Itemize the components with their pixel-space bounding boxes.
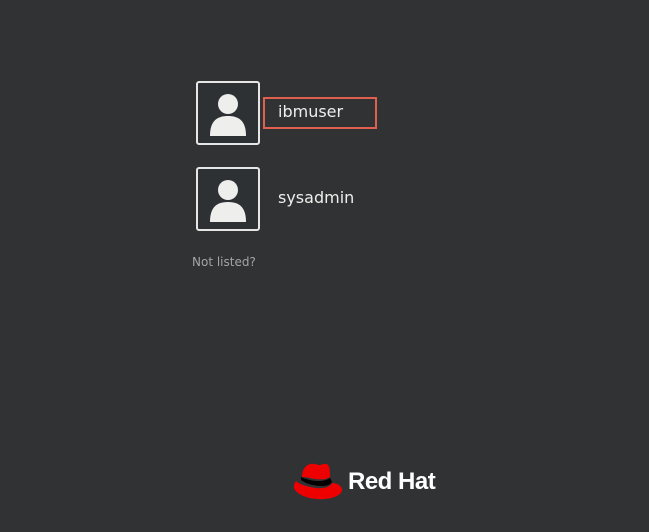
user-list-item-ibmuser[interactable]: ibmuser (196, 81, 496, 145)
brand-name: Red Hat (348, 468, 436, 495)
user-name-label: ibmuser (278, 102, 344, 121)
user-avatar-icon (196, 167, 260, 231)
user-avatar-icon (196, 81, 260, 145)
user-list-item-sysadmin[interactable]: sysadmin (196, 167, 496, 231)
red-hat-fedora-icon (293, 463, 343, 500)
user-silhouette-icon (210, 180, 246, 222)
user-name-label: sysadmin (278, 188, 355, 207)
red-hat-logo: Red Hat (292, 462, 436, 502)
user-silhouette-icon (210, 94, 246, 136)
not-listed-link[interactable]: Not listed? (192, 255, 256, 269)
